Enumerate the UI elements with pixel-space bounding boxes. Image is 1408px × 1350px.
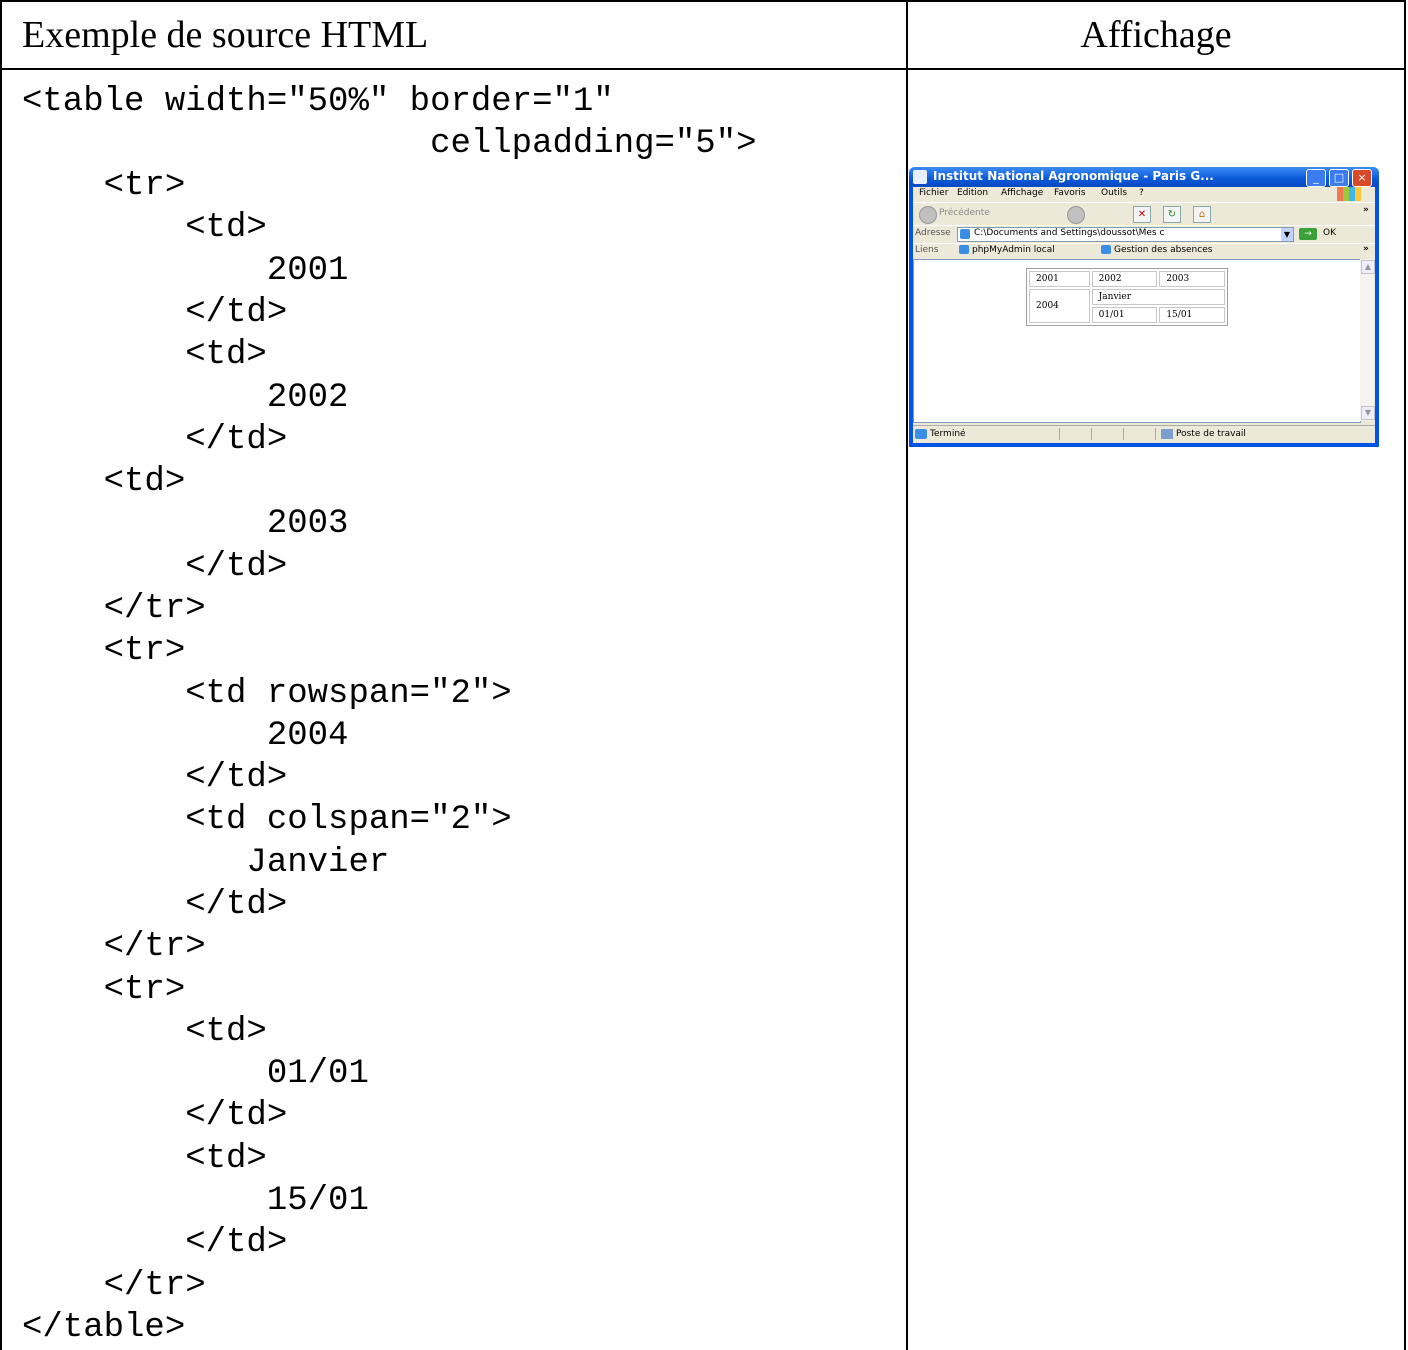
code-line: 01/01 [22,1055,369,1093]
code-line: </td> [22,1097,288,1135]
close-icon: × [1352,169,1372,187]
ie-icon [913,170,927,184]
status-divider [1091,428,1092,440]
html-source-code: <table width="50%" border="1" cellpaddin… [1,69,908,1350]
code-line: </tr> [22,1267,206,1305]
code-line: </td> [22,886,288,924]
more-chevron-icon: » [1363,205,1369,215]
browser-body: Fichier Edition Affichage Favoris Outils… [913,187,1375,443]
table-cell: 01/01 [1091,307,1158,323]
code-line: <td rowspan="2"> [22,675,512,713]
forward-arrow-icon [1067,206,1085,224]
code-line: </td> [22,294,288,332]
link-icon [1101,245,1111,254]
code-line: </tr> [22,590,206,628]
status-divider [1059,428,1060,440]
browser-toolbar: Précédente ✕ ↻ ⌂ » [913,202,1375,225]
back-arrow-icon [919,206,937,224]
browser-window-screenshot: Institut National Agronomique - Paris G.… [909,167,1379,447]
table-cell-colspan: Janvier [1091,289,1225,305]
code-line: <td> [22,1140,267,1178]
menu-favoris: Favoris [1054,188,1086,198]
status-zone: Poste de travail [1161,429,1246,439]
table-cell: 2002 [1091,271,1158,287]
status-bar: Terminé Poste de travail [913,425,1375,442]
code-line: 2002 [22,379,349,417]
code-line: </table> [22,1309,186,1347]
browser-menubar: Fichier Edition Affichage Favoris Outils… [913,187,1375,201]
link-icon [959,245,969,254]
code-line: <tr> [22,167,186,205]
code-line: <table width="50%" border="1" [22,83,614,121]
links-label: Liens [915,245,939,255]
links-bar: Liens phpMyAdmin local Gestion des absen… [913,243,1375,258]
code-line: <td> [22,336,267,374]
address-field: C:\Documents and Settings\doussot\Mes c … [957,227,1294,242]
table-cell: 2001 [1029,271,1090,287]
code-line: <td> [22,463,186,501]
table-cell-rowspan: 2004 [1029,289,1090,323]
menu-fichier: Fichier [919,188,949,198]
code-line: <td colspan="2"> [22,801,512,839]
stop-icon: ✕ [1133,206,1151,223]
code-line: <tr> [22,632,186,670]
menu-help: ? [1139,188,1144,198]
menu-outils: Outils [1101,188,1128,198]
code-line: Janvier [22,844,390,882]
status-done: Terminé [915,429,966,439]
header-source-label: Exemple de source HTML [1,1,908,69]
vertical-scrollbar: ▲ ▼ [1360,259,1375,421]
page-icon [915,429,927,439]
refresh-icon: ↻ [1163,206,1181,223]
code-line: <td> [22,209,267,247]
go-arrow-icon: → [1299,228,1317,240]
table-cell: 15/01 [1159,307,1225,323]
code-line: 2003 [22,505,349,543]
rendered-table: 2001 2002 2003 2004 Janvier 01/01 15/01 [1026,268,1228,326]
status-divider [1155,428,1156,440]
code-line: </td> [22,421,288,459]
address-value: C:\Documents and Settings\doussot\Mes c [974,228,1165,238]
minimize-icon: _ [1306,169,1326,187]
home-icon: ⌂ [1193,206,1211,223]
computer-icon [1161,429,1173,439]
windows-logo-icon [1337,187,1361,201]
page-icon [960,229,970,239]
code-line: <td> [22,1013,267,1051]
browser-title: Institut National Agronomique - Paris G.… [933,169,1214,183]
browser-titlebar: Institut National Agronomique - Paris G.… [909,167,1379,187]
address-label: Adresse [915,228,951,238]
status-divider [1123,428,1124,440]
code-line: </td> [22,548,288,586]
header-display-label: Affichage [1080,14,1232,56]
go-label: OK [1323,228,1336,238]
code-line: </td> [22,1224,288,1262]
code-line: <tr> [22,971,186,1009]
code-line: </tr> [22,928,206,966]
more-chevron-icon: » [1363,244,1369,254]
back-label: Précédente [939,208,990,218]
menu-affichage: Affichage [1001,188,1044,198]
menu-edition: Edition [957,188,989,198]
code-line: 15/01 [22,1182,369,1220]
scroll-up-icon: ▲ [1361,260,1375,274]
code-line: </td> [22,759,288,797]
link-phpmyadmin: phpMyAdmin local [959,245,1055,255]
code-line: 2004 [22,717,349,755]
code-line: cellpadding="5"> [22,125,757,163]
code-line: 2001 [22,252,349,290]
link-gestion-absences: Gestion des absences [1101,245,1212,255]
page-viewport: 2001 2002 2003 2004 Janvier 01/01 15/01 [913,259,1361,423]
maximize-icon: □ [1329,169,1349,187]
dropdown-arrow-icon: ▼ [1281,228,1293,241]
address-bar: Adresse C:\Documents and Settings\dousso… [913,225,1375,243]
scroll-down-icon: ▼ [1361,406,1375,420]
table-cell: 2003 [1159,271,1225,287]
